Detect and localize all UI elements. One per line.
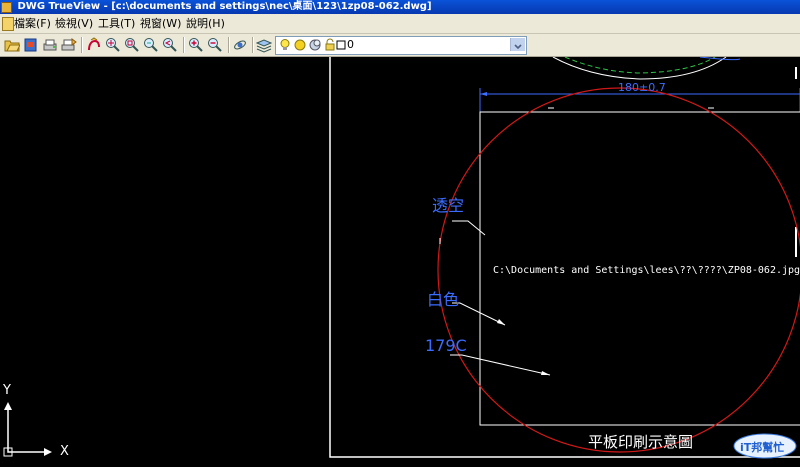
orbit-icon[interactable] (232, 37, 248, 53)
toolbar-separator (183, 37, 185, 53)
color-swatch-icon (336, 40, 346, 50)
zoom-in-icon[interactable] (188, 37, 204, 53)
circle-tick-marks (439, 107, 714, 244)
ucs-x-label: X (60, 444, 69, 459)
menu-bar: 檔案(F) 檢視(V) 工具(T) 視窗(W) 說明(H) (0, 14, 800, 34)
plot-icon[interactable] (42, 37, 58, 53)
toolbar-separator (252, 37, 254, 53)
current-layer-name: 0 (347, 38, 354, 51)
dimension-text: 180±0.7 (618, 81, 666, 94)
drawing-canvas[interactable]: 180±0.7 C:\Documents and Settings\lees\?… (0, 57, 800, 467)
menu-tools[interactable]: 工具(T) (98, 17, 135, 30)
batch-plot-icon[interactable] (61, 37, 77, 53)
window-title: DWG TrueView - [c:\documents and setting… (17, 1, 432, 12)
pan-realtime-icon[interactable] (86, 37, 102, 53)
svg-text:iT邦幫忙: iT邦幫忙 (740, 440, 784, 454)
drawing-geometry (3, 57, 800, 458)
publish-icon[interactable] (23, 37, 39, 53)
leader-arrow-3 (541, 371, 550, 375)
zoom-previous-icon[interactable] (162, 37, 178, 53)
zoom-window-icon[interactable] (124, 37, 140, 53)
zoom-realtime-icon[interactable] (105, 37, 121, 53)
menu-help[interactable]: 說明(H) (186, 17, 225, 30)
menu-window[interactable]: 視窗(W) (140, 17, 181, 30)
image-path-text: C:\Documents and Settings\lees\??\????\Z… (493, 265, 800, 276)
ucs-y-arrow (4, 402, 12, 410)
layer-manager-icon[interactable] (256, 37, 272, 53)
leader-arrow-2 (497, 319, 505, 325)
lock-icon[interactable] (323, 38, 337, 52)
top-arc-outer (552, 57, 727, 80)
toolbar-separator (228, 37, 230, 53)
chevron-down-icon[interactable] (510, 38, 525, 51)
ithome-watermark-logo: iT邦幫忙 (733, 433, 797, 459)
light-bulb-icon[interactable] (278, 38, 292, 52)
ucs-axes (7, 407, 45, 453)
menu-file[interactable]: 檔案(F) (14, 17, 51, 30)
sun-icon[interactable] (293, 38, 307, 52)
open-icon[interactable] (4, 37, 20, 53)
callout-white: 白色 (427, 290, 460, 309)
ucs-x-arrow (44, 448, 52, 456)
top-arc-blue (699, 57, 741, 61)
freeze-icon[interactable] (308, 38, 322, 52)
zoom-dynamic-icon[interactable] (143, 37, 159, 53)
menu-view[interactable]: 檢視(V) (55, 17, 93, 30)
document-icon[interactable] (2, 17, 14, 31)
title-bar: DWG TrueView - [c:\documents and setting… (0, 0, 800, 14)
standard-toolbar: 0 (0, 34, 800, 57)
zoom-out-icon[interactable] (207, 37, 223, 53)
drawing-caption: 平板印刷示意圖 (588, 433, 694, 451)
layer-dropdown[interactable]: 0 (275, 36, 527, 55)
callout-179c: 179C (425, 336, 467, 355)
sheet-frame (329, 57, 800, 458)
ucs-y-label: Y (3, 383, 11, 398)
dimension-arrow-left (480, 92, 487, 96)
app-icon (1, 2, 12, 13)
toolbar-separator (81, 37, 83, 53)
leader-line-2 (452, 302, 506, 326)
callout-transparent: 透空 (432, 196, 465, 215)
